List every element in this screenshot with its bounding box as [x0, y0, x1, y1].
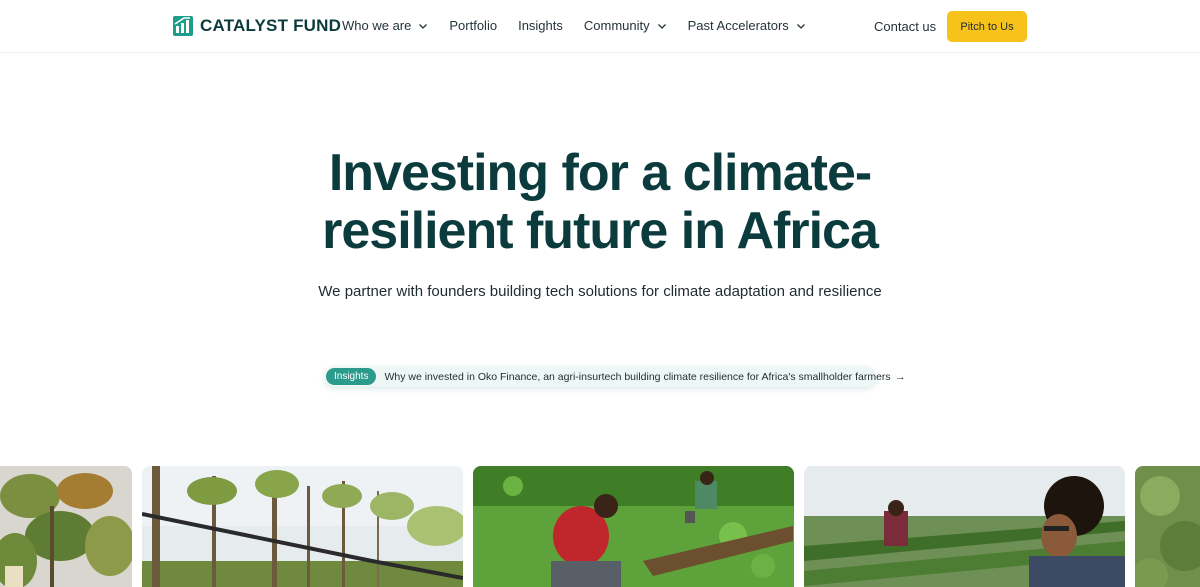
nav-item-label: Insights	[518, 18, 563, 33]
insight-banner-text: Why we invested in Oko Finance, an agri-…	[384, 370, 891, 383]
brand-name: CATALYST FUND	[200, 16, 342, 35]
catalyst-logo-icon	[172, 14, 194, 38]
nav-item-insights[interactable]: Insights	[518, 18, 563, 33]
insight-banner-link[interactable]: Insights Why we invested in Oko Finance,…	[324, 366, 906, 387]
brand-logo[interactable]: CATALYST FUND	[172, 14, 341, 38]
chevron-down-icon	[418, 21, 428, 31]
nav-item-label: Community	[583, 18, 650, 33]
greenhouse-farmer-photo	[804, 466, 1125, 587]
hero-title-line: resilient future in Africa	[322, 202, 879, 260]
orchard-irrigation-photo	[142, 466, 463, 587]
chevron-down-icon	[796, 21, 806, 31]
nav-item-label: Portfolio	[449, 18, 498, 33]
nav-item-portfolio[interactable]: Portfolio	[449, 18, 497, 33]
contact-us-link[interactable]: Contact us	[874, 19, 936, 34]
pitch-to-us-button[interactable]: Pitch to Us	[947, 11, 1027, 42]
greenery-photo	[1135, 466, 1200, 587]
farmers-field-photo	[473, 466, 794, 587]
nav-item-past-accelerators[interactable]: Past Accelerators	[688, 18, 806, 33]
nav-item-label: Past Accelerators	[687, 18, 789, 33]
chevron-down-icon	[657, 21, 667, 31]
hero-title: Investing for a climate- resilient futur…	[200, 144, 1000, 260]
site-header: CATALYST FUND Who we are Portfolio Insig…	[0, 0, 1200, 53]
arrow-right-icon: →	[894, 370, 906, 383]
hero-subtitle: We partner with founders building tech s…	[318, 283, 882, 300]
nav-item-who-we-are[interactable]: Who we are	[342, 18, 428, 33]
tree-leaves-photo	[0, 466, 132, 587]
nav-item-community[interactable]: Community	[584, 18, 667, 33]
nav-item-label: Who we are	[342, 18, 412, 33]
insights-tag: Insights	[326, 368, 377, 385]
hero-title-line: Investing for a climate-	[328, 144, 872, 202]
main-nav: Who we are Portfolio Insights Community …	[342, 18, 827, 33]
